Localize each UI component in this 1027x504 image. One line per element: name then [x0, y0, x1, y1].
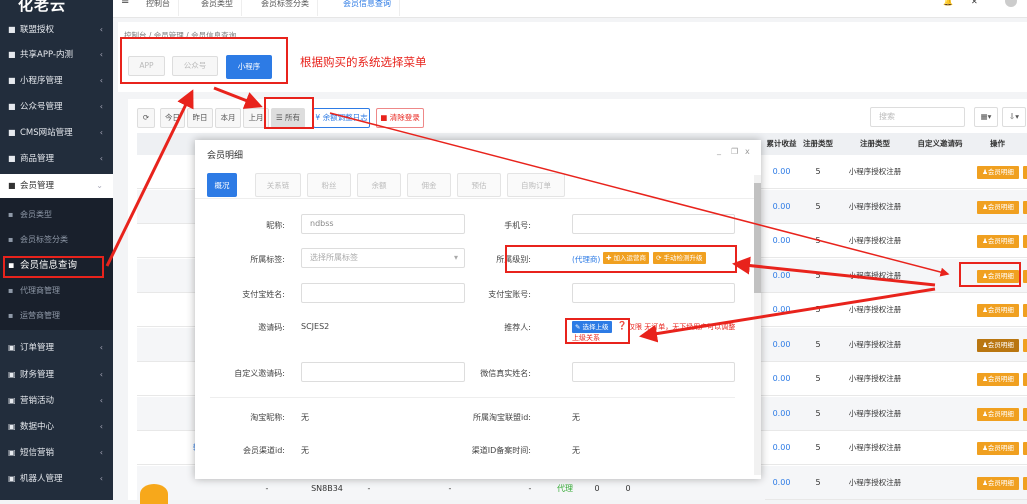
arrow-to-referrer: [639, 287, 936, 343]
arrow-menu-to-tabs: [105, 89, 194, 267]
arrow-to-level: [732, 256, 936, 287]
arrow-to-filter-all: [213, 86, 263, 109]
arrow-to-detail-button: [329, 112, 950, 277]
annotation-arrows: [105, 86, 950, 343]
mascot-icon: [140, 484, 168, 504]
